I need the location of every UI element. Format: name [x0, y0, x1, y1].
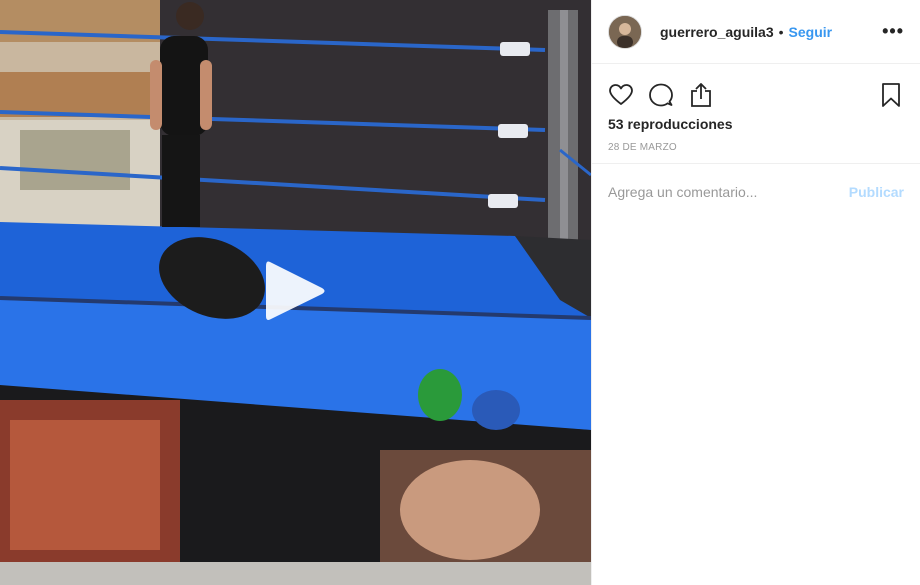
play-icon — [266, 261, 325, 320]
publish-button[interactable]: Publicar — [849, 184, 904, 200]
comment-input[interactable] — [608, 184, 849, 200]
view-count[interactable]: 53 reproducciones — [592, 110, 920, 132]
more-options-button[interactable]: ••• — [882, 21, 904, 42]
post-sidebar: guerrero_aguila3 • Seguir ••• 53 reprodu… — [591, 0, 920, 585]
play-button[interactable] — [264, 258, 326, 324]
share-icon[interactable] — [688, 82, 714, 108]
avatar-image — [609, 15, 641, 48]
heart-icon[interactable] — [608, 82, 634, 108]
separator-dot: • — [778, 23, 784, 40]
video-player[interactable] — [0, 0, 591, 585]
action-bar — [592, 64, 920, 110]
post-date[interactable]: 28 DE MARZO — [592, 132, 920, 153]
comment-form: Publicar — [592, 164, 920, 220]
post-header: guerrero_aguila3 • Seguir ••• — [592, 0, 920, 64]
follow-button[interactable]: Seguir — [789, 24, 833, 40]
username-link[interactable]: guerrero_aguila3 — [660, 24, 774, 40]
comment-icon[interactable] — [648, 82, 674, 108]
bookmark-icon[interactable] — [878, 82, 904, 108]
avatar[interactable] — [608, 14, 642, 49]
instagram-post: guerrero_aguila3 • Seguir ••• 53 reprodu… — [0, 0, 920, 585]
